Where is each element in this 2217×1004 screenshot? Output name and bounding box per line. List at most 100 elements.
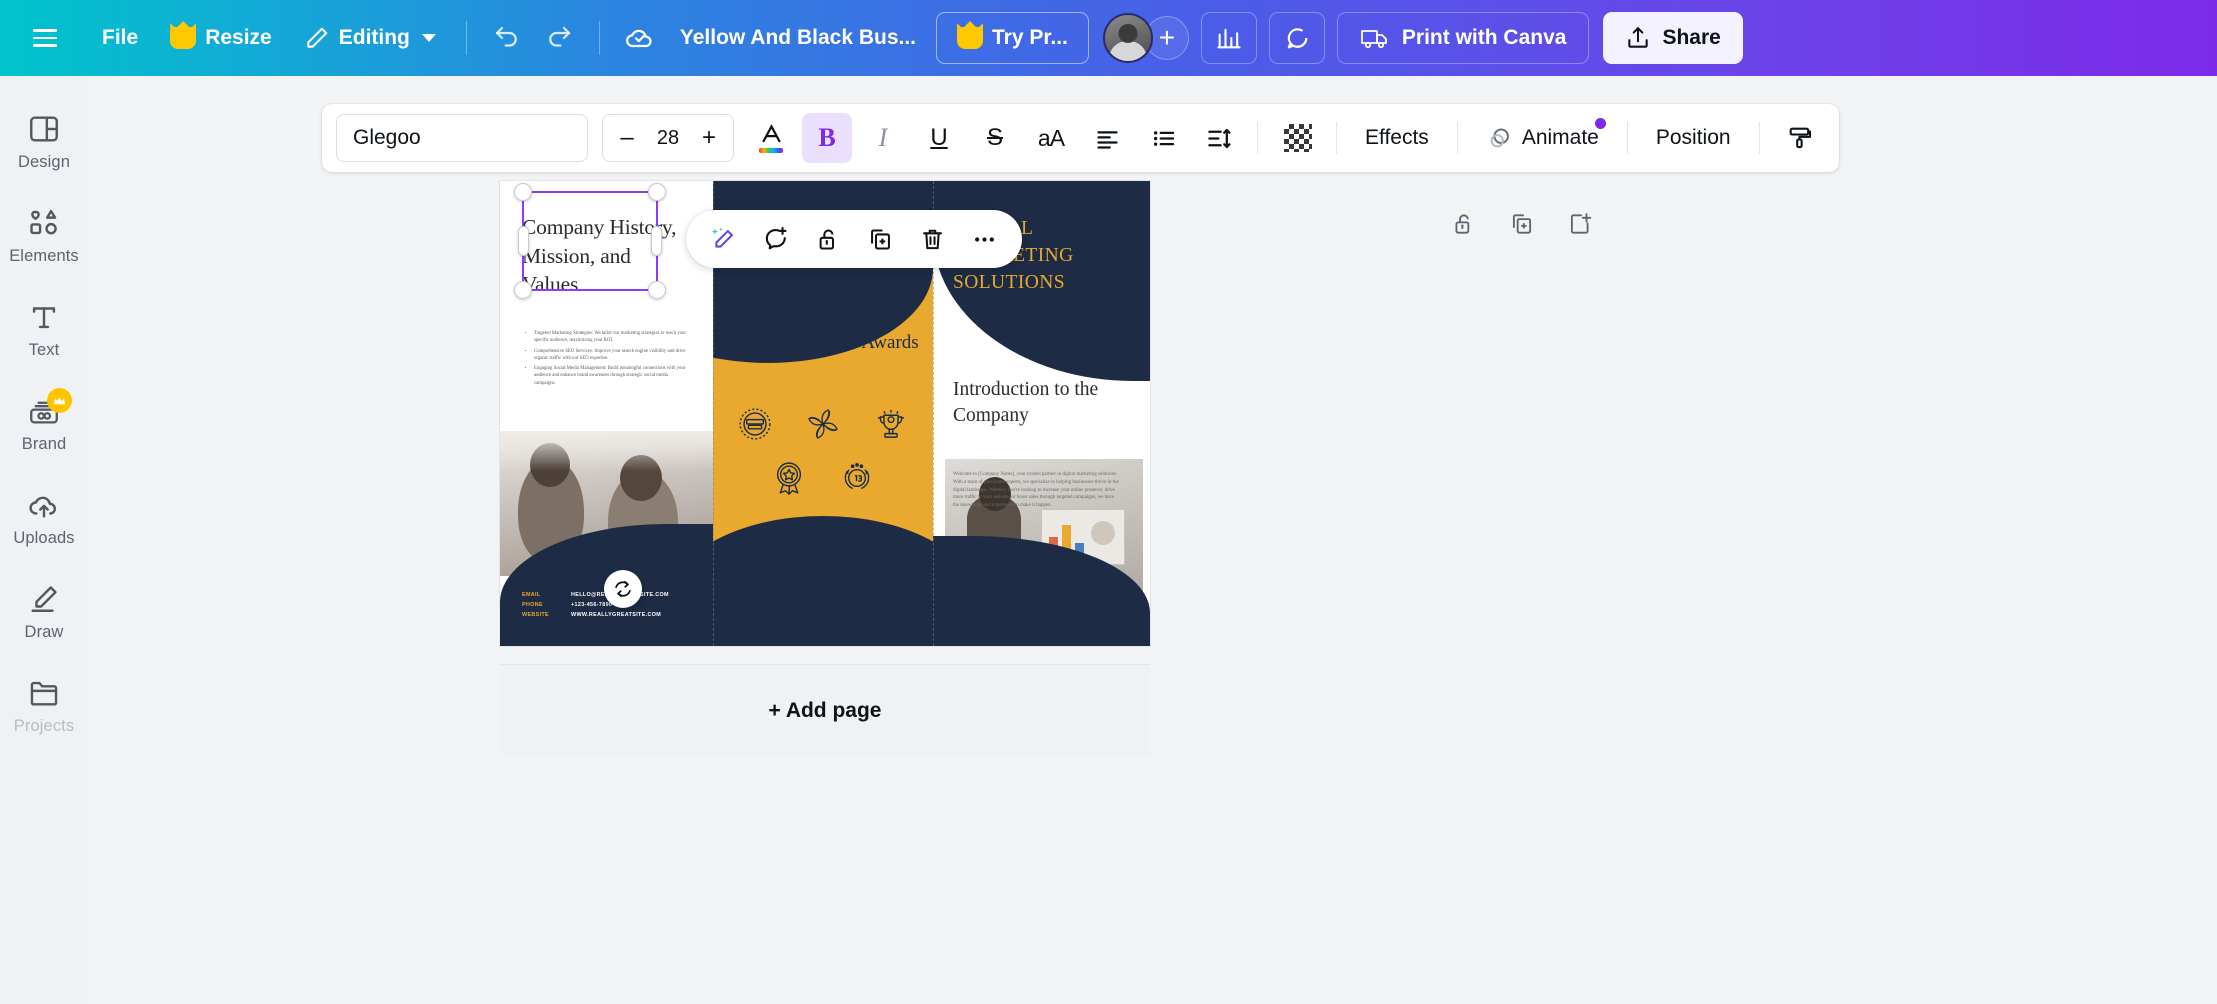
crown-icon <box>47 388 72 413</box>
share-upload-icon <box>1625 25 1651 51</box>
divider <box>1627 122 1628 154</box>
bullet-list-button[interactable] <box>1138 113 1188 163</box>
rotate-handle-icon[interactable] <box>604 570 642 608</box>
animate-button[interactable]: Animate <box>1471 113 1614 163</box>
crown-icon <box>170 27 196 49</box>
avatar[interactable] <box>1103 13 1153 63</box>
crown-icon <box>957 27 983 49</box>
add-page-after-button[interactable] <box>1556 200 1604 248</box>
transparency-checkerboard-icon <box>1284 124 1312 152</box>
sidebar-item-brand[interactable]: Brand <box>2 382 86 464</box>
element-context-toolbar <box>686 210 1022 268</box>
resize-handle-top-left[interactable] <box>514 183 532 201</box>
position-button[interactable]: Position <box>1641 113 1746 163</box>
bold-button[interactable]: B <box>802 113 852 163</box>
sidebar-item-text[interactable]: Text <box>2 288 86 370</box>
text-color-A-icon <box>758 122 785 149</box>
effects-button[interactable]: Effects <box>1350 113 1444 163</box>
lock-page-button[interactable] <box>1440 200 1488 248</box>
resize-label: Resize <box>205 26 272 50</box>
text-selection-box[interactable] <box>522 191 658 291</box>
divider <box>1457 122 1458 154</box>
panel-middle-heading[interactable]: Accreditations & Awards <box>713 331 933 356</box>
file-menu-button[interactable]: File <box>86 14 154 62</box>
panel-right-heading[interactable]: Introduction to the Company <box>953 377 1123 429</box>
share-button[interactable]: Share <box>1603 12 1742 64</box>
add-comment-icon[interactable] <box>752 216 800 262</box>
shapes-elements-icon <box>27 206 61 240</box>
resize-handle-bottom-right[interactable] <box>648 281 666 299</box>
avatar-head <box>1118 24 1137 43</box>
cloud-saved-icon[interactable] <box>614 13 666 63</box>
duplicate-icon <box>1509 211 1535 237</box>
best-seller-badge-icon[interactable] <box>734 403 776 445</box>
transparency-button[interactable] <box>1273 113 1323 163</box>
document-title[interactable]: Yellow And Black Bus... <box>666 26 930 50</box>
try-pro-button[interactable]: Try Pr... <box>936 12 1089 64</box>
sidebar-item-elements[interactable]: Elements <box>2 194 86 276</box>
trophy-icon[interactable] <box>870 403 912 445</box>
unlock-padlock-icon <box>1451 211 1477 237</box>
contact-key: EMAIL <box>522 590 549 600</box>
underline-button[interactable]: U <box>914 113 964 163</box>
abstract-star-burst-icon[interactable] <box>802 403 844 445</box>
contact-value: WWW.REALLYGREATSITE.COM <box>571 610 669 620</box>
print-with-canva-button[interactable]: Print with Canva <box>1337 12 1590 64</box>
resize-button[interactable]: Resize <box>154 14 288 62</box>
divider <box>466 21 467 55</box>
insights-button[interactable] <box>1201 12 1257 64</box>
contact-block[interactable]: EMAIL PHONE WEBSITE HELLO@REALLYGREATSIT… <box>522 590 669 620</box>
sidebar-item-label: Draw <box>25 623 64 642</box>
divider <box>599 21 600 55</box>
trash-delete-icon[interactable] <box>908 216 956 262</box>
sidebar-item-label: Design <box>18 153 70 172</box>
align-left-icon <box>1094 125 1121 152</box>
redo-icon[interactable] <box>533 13 585 63</box>
sidebar-item-projects[interactable]: Projects <box>2 664 86 746</box>
panel-left-bullets[interactable]: Targeted Marketing Strategies: We tailor… <box>526 330 690 390</box>
panel-right-paragraph[interactable]: Welcome to [Company Name], your trusted … <box>953 471 1119 510</box>
add-page-label: + Add page <box>769 699 882 723</box>
list-item: Engaging Social Media Management: Build … <box>534 365 690 387</box>
strikethrough-label: S <box>987 124 1003 152</box>
add-page-button[interactable]: + Add page <box>500 664 1150 756</box>
divider <box>1257 122 1258 154</box>
sidebar-item-label: Text <box>29 341 60 360</box>
comments-button[interactable] <box>1269 12 1325 64</box>
font-size-decrease-button[interactable]: – <box>617 126 637 150</box>
resize-handle-left[interactable] <box>518 226 529 256</box>
pencil-icon <box>304 25 330 51</box>
font-size-increase-button[interactable]: + <box>699 126 719 150</box>
badge-row <box>713 457 933 499</box>
font-family-value: Glegoo <box>353 126 421 150</box>
text-color-button[interactable] <box>746 113 796 163</box>
star-rosette-ribbon-icon[interactable] <box>768 457 810 499</box>
editing-mode-button[interactable]: Editing <box>288 14 452 62</box>
list-item: Targeted Marketing Strategies: We tailor… <box>534 330 690 345</box>
sidebar-item-uploads[interactable]: Uploads <box>2 476 86 558</box>
duplicate-page-button[interactable] <box>1498 200 1546 248</box>
unlock-padlock-icon[interactable] <box>804 216 852 262</box>
more-ellipsis-icon[interactable] <box>960 216 1008 262</box>
hamburger-menu-icon[interactable] <box>22 15 68 61</box>
font-size-value[interactable]: 28 <box>657 127 679 150</box>
undo-icon[interactable] <box>481 13 533 63</box>
line-spacing-button[interactable] <box>1194 113 1244 163</box>
text-align-button[interactable] <box>1082 113 1132 163</box>
sidebar-item-design[interactable]: Design <box>2 100 86 182</box>
letter-case-button[interactable]: aA <box>1026 113 1076 163</box>
laurel-wreath-13-icon[interactable] <box>836 457 878 499</box>
file-menu-label: File <box>102 26 138 50</box>
top-bar: File Resize Editing Yellow And Black Bus… <box>0 0 2217 76</box>
resize-handle-right[interactable] <box>651 226 662 256</box>
resize-handle-bottom-left[interactable] <box>514 281 532 299</box>
font-family-input[interactable]: Glegoo <box>336 114 588 162</box>
resize-handle-top-right[interactable] <box>648 183 666 201</box>
strikethrough-button[interactable]: S <box>970 113 1020 163</box>
magic-edit-sparkle-pen-icon[interactable] <box>700 216 748 262</box>
sidebar-item-draw[interactable]: Draw <box>2 570 86 652</box>
comment-bubble-icon <box>1283 24 1311 52</box>
copy-style-button[interactable] <box>1775 113 1825 163</box>
italic-button[interactable]: I <box>858 113 908 163</box>
duplicate-icon[interactable] <box>856 216 904 262</box>
